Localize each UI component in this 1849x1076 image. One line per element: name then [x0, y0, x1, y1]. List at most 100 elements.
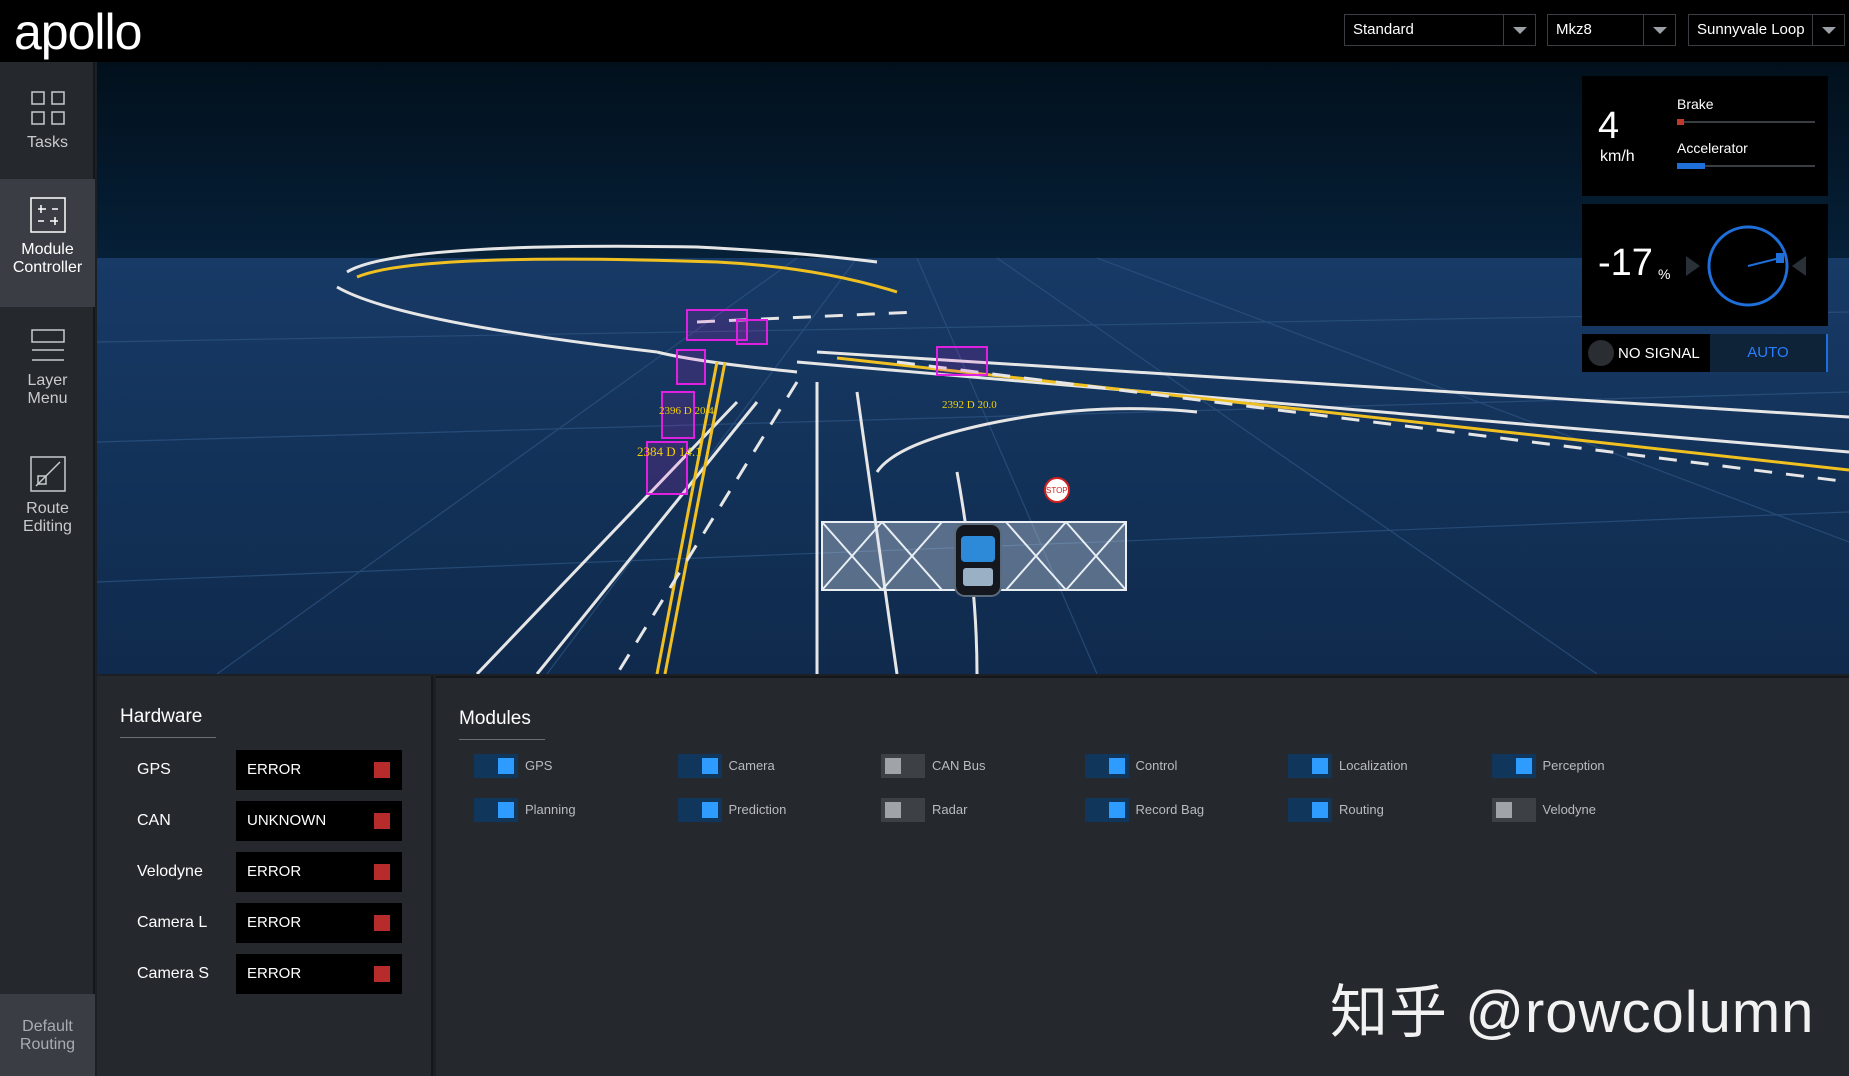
- hardware-status: ERROR: [236, 903, 402, 943]
- stop-sign-label: STOP: [1046, 486, 1068, 495]
- sidebar-item-label: Editing: [23, 518, 72, 535]
- toggle-knob: [701, 802, 718, 818]
- module-label: Camera: [728, 758, 775, 773]
- steering-wheel-icon: [1686, 225, 1806, 307]
- hardware-status: UNKNOWN: [236, 801, 402, 841]
- mode-select-value: Standard: [1353, 21, 1414, 38]
- module-toggle-item[interactable]: Control: [1084, 754, 1285, 778]
- speed-panel: 4 km/h Brake Accelerator: [1582, 76, 1828, 196]
- grid-icon: [30, 91, 65, 125]
- module-toggle[interactable]: [1084, 754, 1129, 778]
- watermark: 知乎 @rowcolumn: [1330, 980, 1815, 1045]
- module-toggle-item[interactable]: Routing: [1288, 798, 1488, 822]
- vehicle-select[interactable]: Mkz8: [1547, 14, 1676, 46]
- module-toggle[interactable]: [474, 798, 518, 822]
- module-toggle[interactable]: [1491, 798, 1536, 822]
- sidebar-item-label: Route: [26, 500, 69, 517]
- toggle-knob: [1108, 802, 1125, 818]
- default-routing-button[interactable]: Default Routing: [0, 994, 95, 1076]
- turn-right-icon: [1792, 256, 1806, 276]
- status-error-icon: [374, 813, 390, 829]
- toggle-knob: [1108, 758, 1125, 774]
- module-toggle-item[interactable]: CAN Bus: [881, 754, 1081, 778]
- module-toggle[interactable]: [881, 754, 925, 778]
- sidebar-item-module-controller[interactable]: Module Controller: [0, 179, 95, 307]
- sidebar-item-layer-menu[interactable]: Layer Menu: [0, 328, 95, 438]
- module-label: Velodyne: [1542, 802, 1597, 817]
- divider: [120, 737, 216, 738]
- hardware-status-text: ERROR: [247, 761, 302, 778]
- module-label: Prediction: [728, 802, 787, 817]
- module-label: CAN Bus: [932, 758, 986, 773]
- module-label: Routing: [1339, 802, 1384, 817]
- drive-mode-button[interactable]: AUTO: [1710, 334, 1828, 372]
- map-select[interactable]: Sunnyvale Loop: [1688, 14, 1845, 46]
- obstacle-label: 2396 D 20.4: [659, 405, 714, 417]
- steering-panel: -17 %: [1582, 204, 1828, 326]
- hardware-row-camera-s: Camera S ERROR: [97, 954, 433, 994]
- obstacle-label: 2384 D 14.1: [637, 444, 702, 459]
- speed-value: 4: [1598, 105, 1620, 147]
- sidebar-item-route-editing[interactable]: Route Editing: [0, 456, 95, 566]
- default-routing-label: Default: [22, 1018, 73, 1035]
- mode-select[interactable]: Standard: [1344, 14, 1536, 46]
- module-toggle-item[interactable]: Localization: [1288, 754, 1488, 778]
- sidebar-item-tasks[interactable]: Tasks: [0, 90, 95, 190]
- module-toggle[interactable]: [474, 754, 518, 778]
- brake-bar-fill: [1677, 119, 1684, 125]
- hardware-name: Camera S: [137, 965, 210, 982]
- default-routing-label: Routing: [19, 1036, 76, 1053]
- hardware-status-text: ERROR: [247, 914, 302, 931]
- sliders-icon: [29, 197, 66, 233]
- accelerator-bar-fill: [1677, 163, 1705, 169]
- chevron-down-icon: [1812, 15, 1844, 45]
- toggle-knob: [885, 758, 901, 774]
- hardware-name: CAN: [137, 812, 171, 829]
- module-toggle[interactable]: [677, 798, 722, 822]
- module-toggle-item[interactable]: Planning: [474, 798, 674, 822]
- module-toggle-item[interactable]: Velodyne: [1491, 798, 1692, 822]
- hardware-title: Hardware: [120, 706, 203, 727]
- module-toggle-item[interactable]: GPS: [474, 754, 674, 778]
- obstacle-box: [676, 349, 706, 385]
- map-select-value: Sunnyvale Loop: [1697, 21, 1805, 38]
- obstacle-box: [736, 319, 768, 345]
- apollo-logo: apollo: [14, 4, 142, 60]
- status-error-icon: [374, 915, 390, 931]
- module-label: Localization: [1339, 758, 1408, 773]
- sidebar-item-label: Layer: [27, 372, 68, 389]
- module-toggle[interactable]: [1288, 754, 1332, 778]
- hardware-status: ERROR: [236, 750, 402, 790]
- module-toggle[interactable]: [1084, 798, 1129, 822]
- sidebar-item-label: Module: [21, 241, 74, 258]
- hardware-row-velodyne: Velodyne ERROR: [97, 852, 433, 892]
- module-toggle-item[interactable]: Radar: [881, 798, 1081, 822]
- module-toggle-item[interactable]: Prediction: [677, 798, 878, 822]
- route-icon: [29, 456, 66, 492]
- module-toggle[interactable]: [881, 798, 925, 822]
- sidebar: Tasks Module Controller Layer Menu Route…: [0, 62, 95, 1076]
- brake-label: Brake: [1677, 96, 1714, 112]
- toggle-knob: [1312, 802, 1328, 818]
- signal-indicator-icon: [1588, 340, 1614, 366]
- module-toggle-item[interactable]: Record Bag: [1084, 798, 1285, 822]
- sidebar-item-label: Menu: [27, 390, 68, 407]
- module-toggle[interactable]: [1288, 798, 1332, 822]
- hardware-panel: Hardware GPS ERROR CAN UNKNOWN Velodyne …: [97, 676, 433, 1076]
- toggle-knob: [885, 802, 901, 818]
- chevron-down-icon: [1503, 15, 1535, 45]
- hardware-status-text: UNKNOWN: [247, 812, 327, 829]
- module-toggle[interactable]: [677, 754, 722, 778]
- status-error-icon: [374, 864, 390, 880]
- status-error-icon: [374, 966, 390, 982]
- hardware-row-gps: GPS ERROR: [97, 750, 433, 790]
- module-toggle-item[interactable]: Camera: [677, 754, 878, 778]
- hardware-status: ERROR: [236, 852, 402, 892]
- modules-title: Modules: [459, 708, 531, 729]
- signal-panel: NO SIGNAL AUTO: [1582, 334, 1828, 372]
- module-toggle-item[interactable]: Perception: [1491, 754, 1692, 778]
- hardware-row-can: CAN UNKNOWN: [97, 801, 433, 841]
- layers-icon: [30, 329, 65, 361]
- module-toggle[interactable]: [1491, 754, 1536, 778]
- module-label: GPS: [525, 758, 553, 773]
